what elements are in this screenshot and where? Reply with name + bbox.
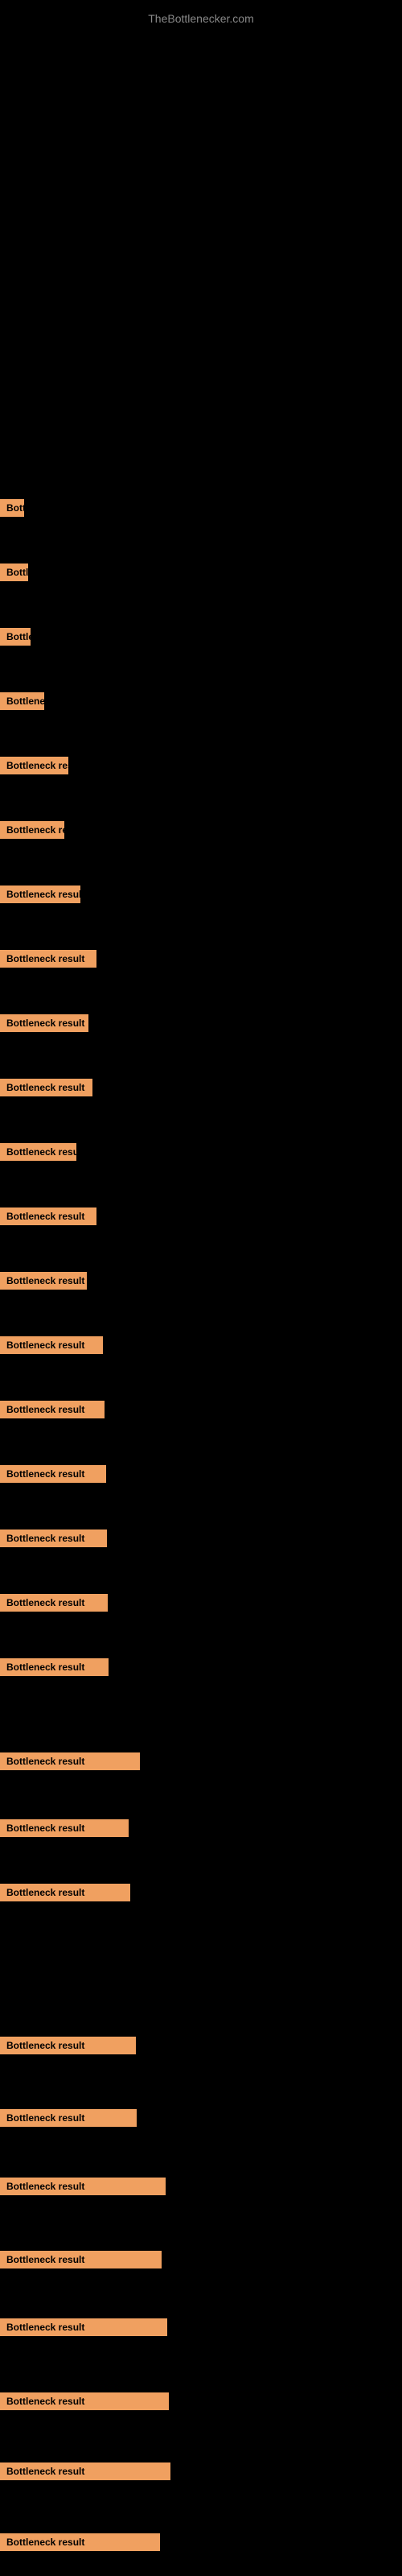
bottleneck-result-label: Bottleneck result <box>0 2109 137 2127</box>
bottleneck-result-label: Bottleneck result <box>0 1594 108 1612</box>
bottleneck-result-label: Bottleneck result <box>0 692 44 710</box>
bottleneck-result-label: Bottleneck result <box>0 1272 87 1290</box>
bottleneck-result-label: Bottleneck result <box>0 499 24 517</box>
bottleneck-result-label: Bottleneck result <box>0 1143 76 1161</box>
bottleneck-result-label: Bottleneck result <box>0 1079 92 1096</box>
bottleneck-result-label: Bottleneck result <box>0 1336 103 1354</box>
bottleneck-result-label: Bottleneck result <box>0 2462 170 2480</box>
bottleneck-result-label: Bottleneck result <box>0 2318 167 2336</box>
bottleneck-result-label: Bottleneck result <box>0 1884 130 1901</box>
bottleneck-result-label: Bottleneck result <box>0 886 80 903</box>
bottleneck-result-label: Bottleneck result <box>0 950 96 968</box>
bottleneck-result-label: Bottleneck result <box>0 2251 162 2268</box>
bottleneck-result-label: Bottleneck result <box>0 564 28 581</box>
bottleneck-result-label: Bottleneck result <box>0 821 64 839</box>
bottleneck-result-label: Bottleneck result <box>0 2178 166 2195</box>
bottleneck-result-label: Bottleneck result <box>0 1530 107 1547</box>
bottleneck-result-label: Bottleneck result <box>0 1014 88 1032</box>
bottleneck-result-label: Bottleneck result <box>0 2037 136 2054</box>
bottleneck-result-label: Bottleneck result <box>0 628 31 646</box>
bottleneck-result-label: Bottleneck result <box>0 2533 160 2551</box>
bottleneck-result-label: Bottleneck result <box>0 1401 105 1418</box>
bottleneck-result-label: Bottleneck result <box>0 1819 129 1837</box>
bottleneck-result-label: Bottleneck result <box>0 1752 140 1770</box>
bottleneck-result-label: Bottleneck result <box>0 757 68 774</box>
site-title: TheBottlenecker.com <box>0 4 402 33</box>
bottleneck-result-label: Bottleneck result <box>0 1208 96 1225</box>
bottleneck-result-label: Bottleneck result <box>0 1658 109 1676</box>
bottleneck-result-label: Bottleneck result <box>0 2392 169 2410</box>
bottleneck-result-label: Bottleneck result <box>0 1465 106 1483</box>
